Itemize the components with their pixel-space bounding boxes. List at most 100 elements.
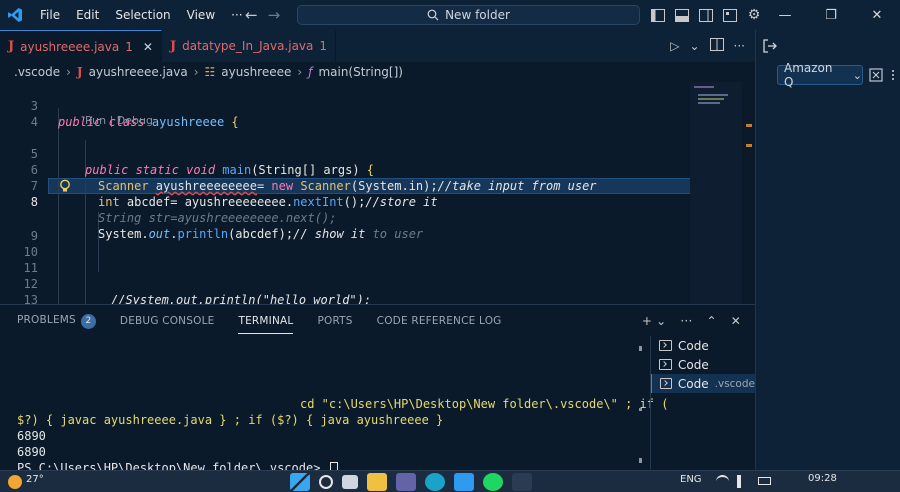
- chevron-right-icon: ›: [66, 65, 71, 79]
- panel-tab-bar: PROBLEMS 2 DEBUG CONSOLE TERMINAL PORTS C…: [0, 305, 755, 337]
- editor-tab-bar: J ayushreeee.java 1 ✕ J datatype_In_Java…: [0, 30, 755, 62]
- terminal-dropdown-chevron-icon[interactable]: ⌄: [656, 314, 666, 328]
- chevron-down-icon: ⌄: [852, 68, 862, 82]
- title-bar: File Edit Selection View ··· ← → New fol…: [0, 0, 900, 30]
- menu-bar: File Edit Selection View ···: [32, 0, 251, 30]
- run-play-icon[interactable]: ▷: [670, 39, 679, 53]
- maximize-window-icon[interactable]: ❐: [808, 0, 854, 30]
- breadcrumb-folder[interactable]: .vscode: [14, 65, 60, 79]
- vscode-taskbar-icon[interactable]: [454, 473, 474, 491]
- menu-selection[interactable]: Selection: [107, 0, 178, 30]
- battery-icon[interactable]: [758, 477, 771, 485]
- menu-view[interactable]: View: [179, 0, 223, 30]
- terminal-icon: [660, 378, 672, 389]
- tab-datatype-in-java[interactable]: J datatype_In_Java.java 1: [162, 30, 337, 62]
- close-window-icon[interactable]: ✕: [854, 0, 900, 30]
- close-panel-icon[interactable]: ✕: [731, 314, 741, 328]
- teams-icon[interactable]: [396, 473, 416, 491]
- tab-label: ayushreeee.java: [20, 39, 120, 54]
- terminal-instance-list: Code Code Code .vscode: [650, 336, 755, 470]
- java-file-icon: J: [8, 39, 15, 54]
- settings-gear-icon[interactable]: ⚙: [746, 7, 762, 23]
- amazon-q-dropdown[interactable]: Amazon Q ⌄: [777, 61, 863, 89]
- customize-layout-icon[interactable]: [722, 7, 738, 23]
- java-file-icon: J: [169, 38, 177, 54]
- tab-ayushreeee-java[interactable]: J ayushreeee.java 1 ✕: [0, 30, 162, 62]
- windows-start-icon[interactable]: [290, 473, 310, 491]
- file-explorer-icon[interactable]: [367, 473, 387, 491]
- task-view-icon[interactable]: [342, 475, 358, 489]
- method-symbol-icon: ƒ: [308, 65, 313, 79]
- code-line-10: 10: [23, 245, 38, 259]
- terminal-icon: [659, 359, 672, 370]
- toggle-panel-icon[interactable]: [674, 7, 690, 23]
- new-terminal-plus-icon[interactable]: +: [642, 314, 652, 328]
- run-dropdown-chevron-icon[interactable]: ⌄: [689, 39, 699, 53]
- breadcrumb-method[interactable]: main(String[]): [318, 65, 403, 79]
- tab-problem-count: 1: [319, 39, 328, 53]
- terminal-line: 6890: [17, 445, 46, 459]
- minimap[interactable]: [690, 82, 742, 304]
- java-file-icon: J: [76, 65, 83, 79]
- spotify-icon[interactable]: [483, 473, 503, 491]
- edge-browser-icon[interactable]: [425, 473, 445, 491]
- windows-taskbar: 27° ENG 09:28: [0, 470, 900, 492]
- back-arrow-icon[interactable]: ←: [245, 6, 258, 24]
- tab-code-reference-log[interactable]: CODE REFERENCE LOG: [377, 315, 502, 327]
- menu-file[interactable]: File: [32, 0, 68, 30]
- tab-problem-count: 1: [125, 39, 133, 54]
- terminal-instance-2[interactable]: Code: [651, 355, 755, 374]
- sign-out-icon[interactable]: [762, 38, 778, 54]
- search-label: New folder: [445, 8, 510, 22]
- app-icon[interactable]: [512, 473, 532, 491]
- vscode-logo-icon: [0, 0, 30, 30]
- more-actions-icon[interactable]: ···: [734, 39, 745, 53]
- chevron-right-icon: ›: [193, 65, 199, 79]
- terminal-instance-3[interactable]: Code .vscode: [651, 374, 755, 393]
- more-actions-icon[interactable]: ···: [680, 314, 692, 328]
- code-line-5: 5 public static void main(String[] args)…: [30, 147, 375, 177]
- forward-arrow-icon[interactable]: →: [268, 6, 281, 24]
- class-symbol-icon: ☷: [204, 65, 216, 79]
- weather-temperature: 27°: [26, 474, 44, 485]
- clear-chat-icon[interactable]: [869, 68, 883, 82]
- tab-ports[interactable]: PORTS: [317, 315, 352, 327]
- code-line-4: 4: [30, 115, 38, 129]
- terminal-instance-1[interactable]: Code: [651, 336, 755, 355]
- language-indicator[interactable]: ENG: [680, 474, 702, 485]
- more-actions-icon[interactable]: [889, 68, 900, 82]
- command-center-search[interactable]: New folder: [297, 5, 640, 25]
- tab-terminal[interactable]: TERMINAL: [238, 315, 294, 334]
- volume-icon[interactable]: [737, 475, 750, 488]
- code-editor[interactable]: 3 public class ayushreeee { 4 Run | Debu…: [0, 82, 755, 304]
- code-line-11: 11: [23, 261, 38, 275]
- split-editor-icon[interactable]: [709, 38, 724, 54]
- toggle-primary-sidebar-icon[interactable]: [650, 7, 666, 23]
- code-line-9: 9: [30, 229, 38, 243]
- weather-sun-icon[interactable]: [8, 475, 22, 489]
- secondary-sidebar: Amazon Q ⌄: [755, 30, 900, 470]
- minimize-window-icon[interactable]: —: [762, 0, 808, 30]
- search-icon[interactable]: [319, 475, 333, 489]
- codelens-run-debug[interactable]: Run | Debug: [85, 114, 153, 127]
- terminal-line: 6890: [17, 429, 46, 443]
- menu-edit[interactable]: Edit: [68, 0, 107, 30]
- wifi-icon[interactable]: [716, 475, 729, 488]
- clock-time[interactable]: 09:28: [808, 473, 837, 484]
- tab-problems[interactable]: PROBLEMS 2: [17, 313, 96, 329]
- breadcrumb: .vscode › J ayushreeee.java › ☷ ayushree…: [0, 62, 755, 82]
- search-icon: [427, 9, 439, 21]
- code-line-12: 12 //System.out.println("hello world");: [23, 277, 372, 304]
- toggle-secondary-sidebar-icon[interactable]: [698, 7, 714, 23]
- terminal-scrollbar[interactable]: [638, 346, 644, 466]
- editor-scrollbar[interactable]: [742, 82, 755, 304]
- maximize-panel-chevron-up-icon[interactable]: ⌃: [706, 314, 716, 328]
- breadcrumb-class[interactable]: ayushreeee: [221, 65, 291, 79]
- breadcrumb-file[interactable]: ayushreeee.java: [89, 65, 188, 79]
- problems-count-badge: 2: [80, 313, 96, 329]
- terminal-output[interactable]: cd "c:\Users\HP\Desktop\New folder\.vsco…: [0, 337, 668, 476]
- tab-label: datatype_In_Java.java: [182, 39, 314, 53]
- terminal-line: cd "c:\Users\HP\Desktop\New folder\.vsco…: [300, 397, 669, 411]
- tab-debug-console[interactable]: DEBUG CONSOLE: [120, 315, 215, 327]
- close-tab-icon[interactable]: ✕: [143, 40, 153, 54]
